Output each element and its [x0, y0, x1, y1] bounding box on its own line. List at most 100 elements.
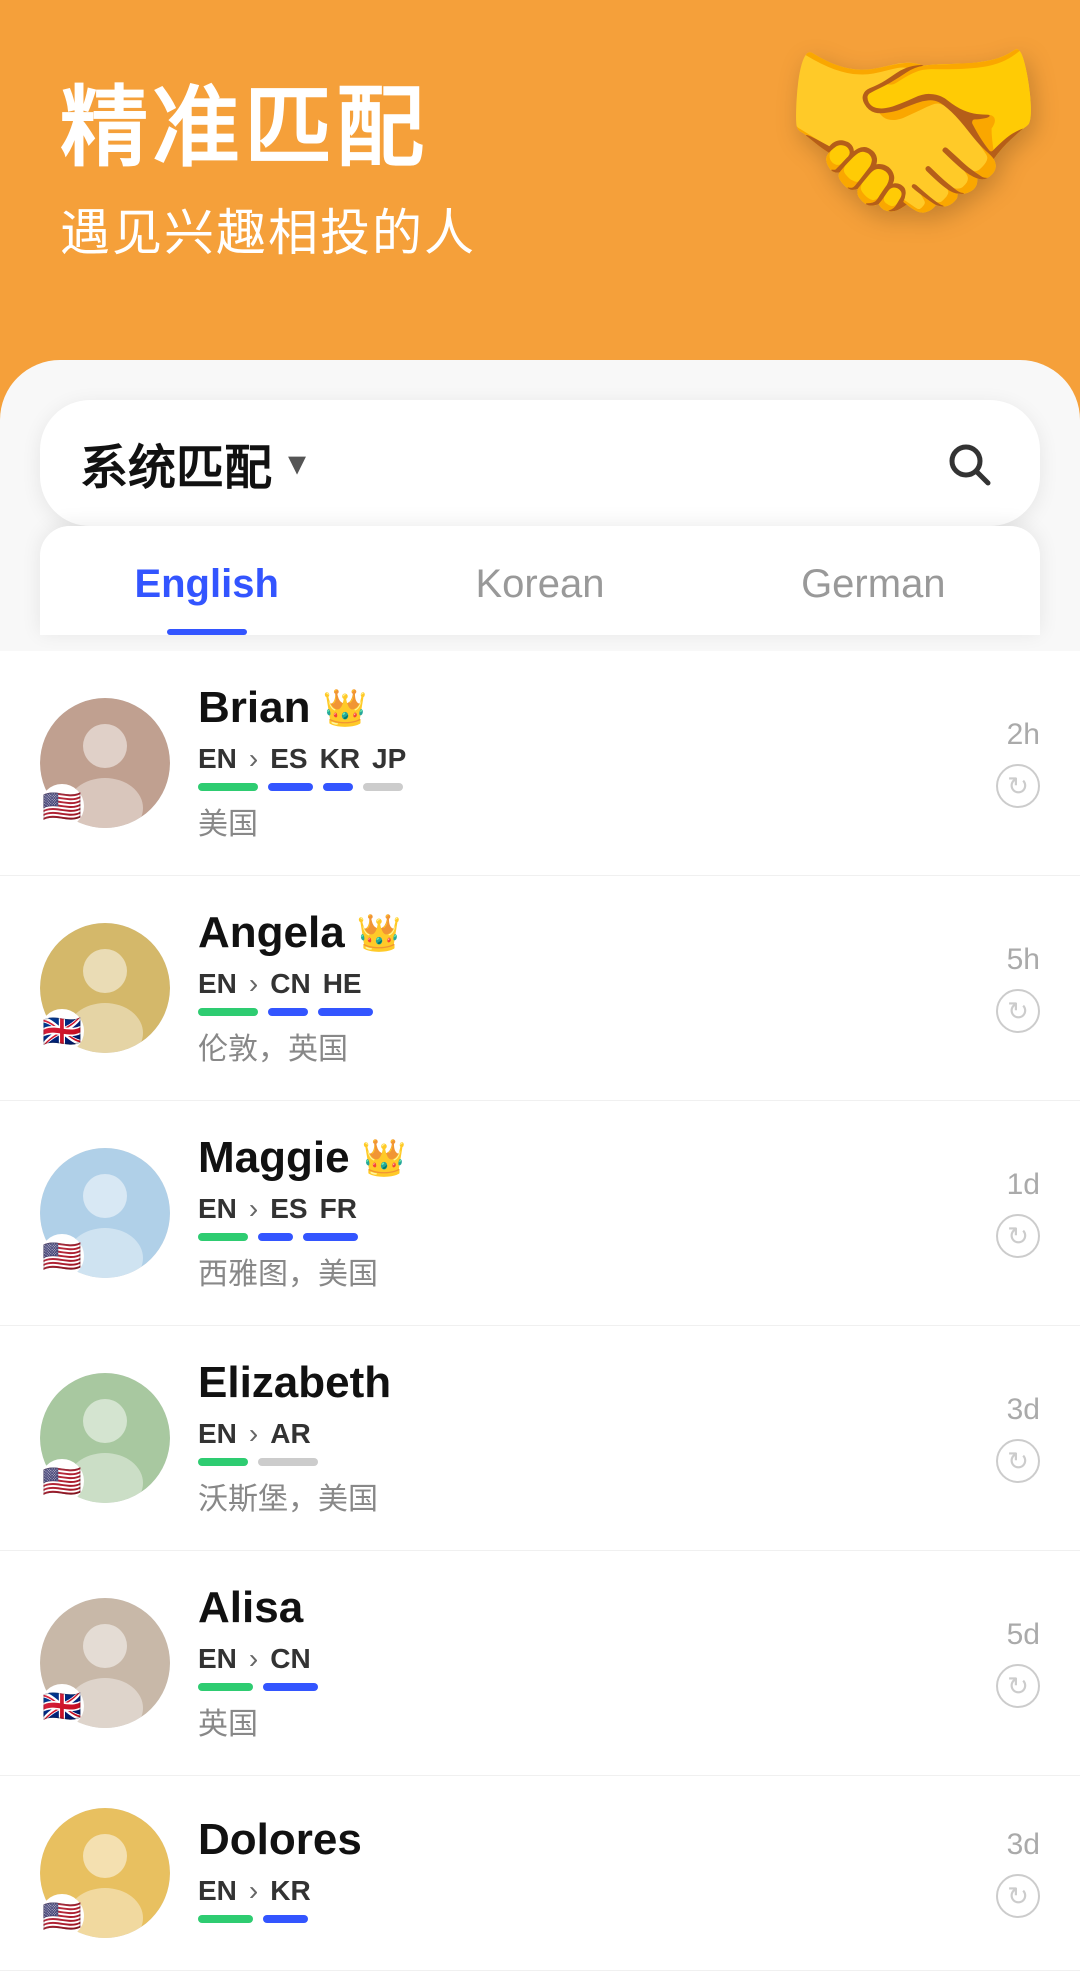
lang-row: EN › AR [198, 1418, 968, 1450]
lang-target: KR [270, 1875, 310, 1907]
progress-bar [303, 1233, 358, 1241]
progress-bar [363, 783, 403, 791]
progress-bar [263, 1683, 318, 1691]
lang-target: CN [270, 1643, 310, 1675]
progress-bar [198, 1233, 248, 1241]
progress-bars [198, 1683, 968, 1691]
progress-bar [263, 1915, 308, 1923]
crown-icon: 👑 [322, 687, 367, 729]
user-name-row: Dolores [198, 1815, 968, 1865]
refresh-icon[interactable]: ↻ [996, 764, 1040, 808]
progress-bars [198, 1008, 968, 1016]
user-name-row: Brian 👑 [198, 683, 968, 733]
avatar-wrapper: 🇺🇸 [40, 698, 170, 828]
search-bar-title: 系统匹配 [80, 428, 272, 498]
refresh-icon[interactable]: ↻ [996, 1664, 1040, 1708]
user-name-row: Alisa [198, 1583, 968, 1633]
header-area: 精准匹配 遇见兴趣相投的人 🤝 [0, 0, 1080, 340]
progress-bar [198, 1458, 248, 1466]
user-name: Elizabeth [198, 1358, 391, 1408]
lang-from: EN [198, 1418, 237, 1450]
progress-bar [258, 1458, 318, 1466]
user-item[interactable]: 🇬🇧 Angela 👑 EN › CNHE 伦敦，英国 [0, 876, 1080, 1101]
progress-bars [198, 783, 968, 791]
country-flag: 🇺🇸 [40, 784, 84, 828]
time-ago: 3d [1007, 1828, 1040, 1862]
user-name-row: Angela 👑 [198, 908, 968, 958]
avatar-wrapper: 🇺🇸 [40, 1808, 170, 1938]
user-meta: 5d ↻ [996, 1618, 1040, 1708]
progress-bar [198, 783, 258, 791]
lang-from: EN [198, 743, 237, 775]
user-info: Angela 👑 EN › CNHE 伦敦，英国 [198, 908, 968, 1068]
main-card: 系统匹配 ▾ English Korean German [0, 360, 1080, 1971]
refresh-icon[interactable]: ↻ [996, 1874, 1040, 1918]
dropdown-arrow-icon[interactable]: ▾ [288, 442, 306, 484]
crown-icon: 👑 [357, 912, 402, 954]
country-flag: 🇬🇧 [40, 1684, 84, 1728]
lang-arrow-icon: › [249, 743, 258, 775]
lang-row: EN › CNHE [198, 968, 968, 1000]
time-ago: 1d [1007, 1168, 1040, 1202]
refresh-icon[interactable]: ↻ [996, 1214, 1040, 1258]
time-ago: 3d [1007, 1393, 1040, 1427]
search-icon [944, 439, 992, 487]
user-item[interactable]: 🇺🇸 Elizabeth EN › AR 沃斯堡，美国 [0, 1326, 1080, 1551]
lang-from: EN [198, 1193, 237, 1225]
tab-german[interactable]: German [707, 526, 1040, 635]
user-item[interactable]: 🇬🇧 Alisa EN › CN 英国 [0, 1551, 1080, 1776]
lang-target: AR [270, 1418, 310, 1450]
avatar-wrapper: 🇬🇧 [40, 1598, 170, 1728]
tab-korean[interactable]: Korean [373, 526, 706, 635]
user-location: 英国 [198, 1699, 968, 1743]
tab-english[interactable]: English [40, 526, 373, 635]
user-item[interactable]: 🇺🇸 Brian 👑 EN › ESKRJP 美国 [0, 651, 1080, 876]
lang-row: EN › CN [198, 1643, 968, 1675]
country-flag: 🇺🇸 [40, 1459, 84, 1503]
lang-from: EN [198, 1643, 237, 1675]
avatar-wrapper: 🇺🇸 [40, 1373, 170, 1503]
user-name-row: Maggie 👑 [198, 1133, 968, 1183]
lang-arrow-icon: › [249, 1643, 258, 1675]
user-meta: 1d ↻ [996, 1168, 1040, 1258]
search-bar[interactable]: 系统匹配 ▾ [40, 400, 1040, 526]
user-info: Maggie 👑 EN › ESFR 西雅图，美国 [198, 1133, 968, 1293]
lang-arrow-icon: › [249, 1193, 258, 1225]
lang-target: ES [270, 1193, 307, 1225]
user-name: Maggie [198, 1133, 350, 1183]
user-meta: 2h ↻ [996, 718, 1040, 808]
user-info: Dolores EN › KR [198, 1815, 968, 1931]
lang-target: CN [270, 968, 310, 1000]
user-name-row: Elizabeth [198, 1358, 968, 1408]
user-name: Angela [198, 908, 345, 958]
user-location: 沃斯堡，美国 [198, 1474, 968, 1518]
search-bar-left: 系统匹配 ▾ [80, 428, 306, 498]
user-item[interactable]: 🇺🇸 Maggie 👑 EN › ESFR 西雅图，美国 [0, 1101, 1080, 1326]
lang-target: FR [320, 1193, 357, 1225]
progress-bar [268, 1008, 308, 1016]
user-location: 伦敦，英国 [198, 1024, 968, 1068]
lang-row: EN › ES FR [198, 1193, 968, 1225]
progress-bar [323, 783, 353, 791]
lang-arrow-icon: › [249, 1875, 258, 1907]
lang-target: KR [320, 743, 360, 775]
country-flag: 🇺🇸 [40, 1234, 84, 1278]
lang-from: EN [198, 1875, 237, 1907]
progress-bar [198, 1683, 253, 1691]
search-button[interactable] [936, 431, 1000, 495]
user-item[interactable]: 🇺🇸 Dolores EN › KR [0, 1776, 1080, 1971]
refresh-icon[interactable]: ↻ [996, 1439, 1040, 1483]
handshake-icon: 🤝 [776, 20, 1050, 240]
lang-target: ES [270, 743, 307, 775]
avatar-wrapper: 🇺🇸 [40, 1148, 170, 1278]
lang-target: JP [372, 743, 406, 775]
user-meta: 5h ↻ [996, 943, 1040, 1033]
progress-bar [268, 783, 313, 791]
progress-bar [258, 1233, 293, 1241]
user-info: Alisa EN › CN 英国 [198, 1583, 968, 1743]
progress-bars [198, 1458, 968, 1466]
refresh-icon[interactable]: ↻ [996, 989, 1040, 1033]
user-list: 🇺🇸 Brian 👑 EN › ESKRJP 美国 [0, 651, 1080, 1971]
progress-bars [198, 1233, 968, 1241]
user-info: Elizabeth EN › AR 沃斯堡，美国 [198, 1358, 968, 1518]
